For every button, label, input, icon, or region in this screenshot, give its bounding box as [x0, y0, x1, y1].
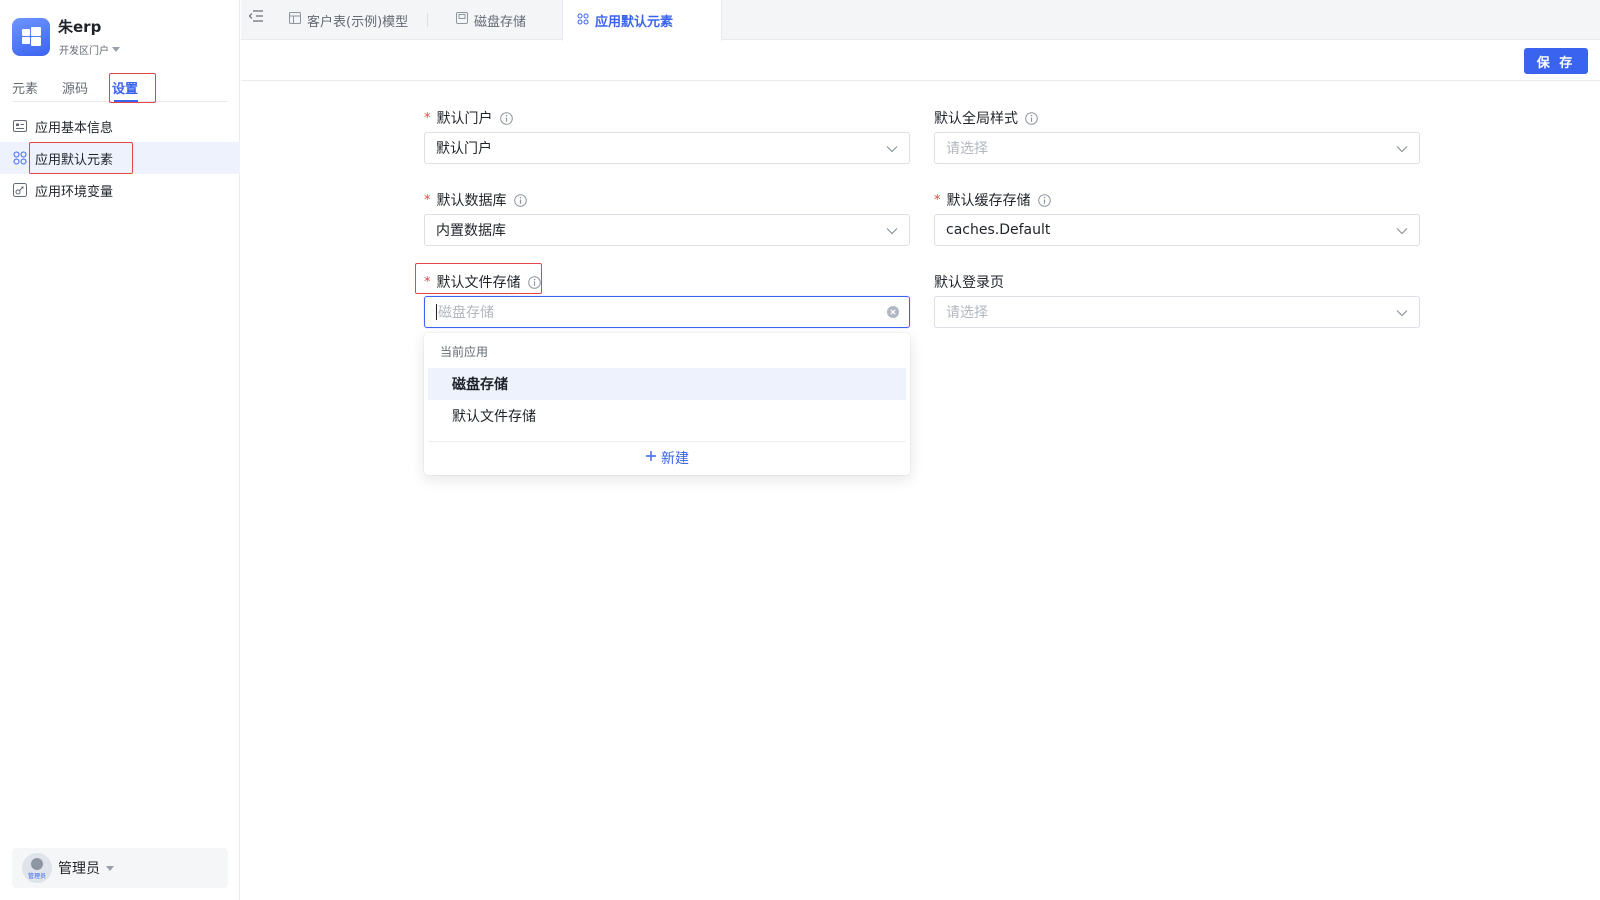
dropdown-group-label: 当前应用	[440, 345, 489, 359]
app-logo-icon	[12, 18, 50, 56]
chevron-down-icon	[885, 224, 899, 238]
sidebar: 朱erp 开发区门户 元素 源码 设置 应用基本信息 应用默认元素 应用环境变量…	[0, 0, 240, 900]
default-login-page-select[interactable]: 请选择	[934, 296, 1420, 328]
menu-item-app-basic-info[interactable]: 应用基本信息	[0, 110, 240, 142]
default-database-select[interactable]: 内置数据库	[424, 214, 910, 246]
default-file-storage-select[interactable]: 磁盘存储	[424, 296, 910, 328]
collapse-sidebar-icon[interactable]	[248, 10, 265, 26]
env-variable-icon	[13, 183, 27, 197]
select-value: 内置数据库	[436, 223, 506, 239]
dropdown-divider	[428, 441, 906, 442]
toolbar: 保 存	[241, 40, 1600, 81]
caret-down-icon	[112, 47, 120, 52]
save-button[interactable]: 保 存	[1524, 48, 1588, 74]
chevron-down-icon	[1395, 306, 1409, 320]
highlight-box-file-storage-label	[415, 263, 542, 294]
label-default-global-style: 默认全局样式	[934, 108, 1038, 128]
grid-icon	[13, 151, 27, 165]
required-mark: *	[424, 192, 431, 208]
menu-item-label: 应用基本信息	[35, 120, 114, 136]
avatar-caption: 管理员	[27, 873, 46, 880]
tab-label: 应用默认元素	[595, 15, 674, 30]
required-mark: *	[424, 110, 431, 126]
label-default-login-page: 默认登录页	[934, 275, 1004, 291]
tab-source[interactable]: 源码	[62, 78, 88, 97]
info-icon[interactable]	[513, 193, 527, 207]
table-icon	[289, 12, 301, 28]
select-value: 默认门户	[436, 141, 492, 157]
user-menu[interactable]: 管理员 管理员	[12, 848, 228, 888]
select-placeholder: 请选择	[946, 305, 988, 321]
label-default-cache-storage: * 默认缓存存储	[934, 190, 1051, 210]
highlight-box-default-elements	[29, 142, 133, 174]
dropdown-option-disk-storage[interactable]: 磁盘存储	[428, 368, 906, 400]
chevron-down-icon	[885, 142, 899, 156]
default-global-style-select[interactable]: 请选择	[934, 132, 1420, 164]
portal-name: 开发区门户	[59, 46, 109, 57]
info-icon[interactable]	[499, 111, 513, 125]
text-cursor	[436, 304, 437, 320]
menu-item-app-env-variables[interactable]: 应用环境变量	[0, 174, 240, 206]
required-mark: *	[934, 192, 941, 208]
user-name: 管理员	[58, 861, 100, 877]
grid-icon	[577, 13, 589, 29]
tab-disk-storage[interactable]: 磁盘存储	[456, 0, 526, 40]
new-button[interactable]: 新建	[424, 443, 910, 473]
tab-label: 磁盘存储	[474, 14, 527, 30]
app-name: 朱erp	[58, 18, 102, 36]
avatar: 管理员	[22, 853, 52, 883]
info-icon[interactable]	[1025, 111, 1038, 125]
label-default-database: * 默认数据库	[424, 190, 527, 210]
dropdown-option-default-file-storage[interactable]: 默认文件存储	[428, 400, 906, 432]
portal-selector[interactable]: 开发区门户	[59, 42, 120, 57]
app-header[interactable]: 朱erp 开发区门户	[12, 16, 232, 60]
tab-app-default-elements[interactable]: 应用默认元素	[562, 0, 723, 41]
info-icon[interactable]	[1037, 193, 1051, 207]
file-storage-dropdown: 当前应用 磁盘存储 默认文件存储 新建	[424, 333, 910, 475]
tab-customer-table-model[interactable]: 客户表(示例)模型	[289, 0, 429, 40]
clear-icon[interactable]	[886, 305, 900, 319]
highlight-box-settings-tab	[109, 73, 156, 103]
default-portal-select[interactable]: 默认门户	[424, 132, 910, 164]
chevron-down-icon	[1395, 142, 1409, 156]
caret-down-icon	[106, 865, 114, 871]
tab-label: 客户表(示例)模型	[307, 14, 409, 30]
menu-item-label: 应用环境变量	[35, 184, 114, 200]
select-placeholder: 磁盘存储	[438, 305, 494, 321]
new-button-label: 新建	[661, 451, 689, 467]
plus-icon	[645, 450, 657, 466]
label-default-portal: * 默认门户	[424, 108, 513, 128]
id-card-icon	[13, 119, 27, 133]
file-tab-bar: 客户表(示例)模型 磁盘存储 应用默认元素	[241, 0, 1600, 41]
select-value: caches.Default	[946, 222, 1051, 238]
chevron-down-icon	[1395, 224, 1409, 238]
storage-icon	[456, 12, 468, 28]
default-cache-storage-select[interactable]: caches.Default	[934, 214, 1420, 246]
tab-elements[interactable]: 元素	[12, 78, 38, 97]
select-placeholder: 请选择	[946, 141, 988, 157]
